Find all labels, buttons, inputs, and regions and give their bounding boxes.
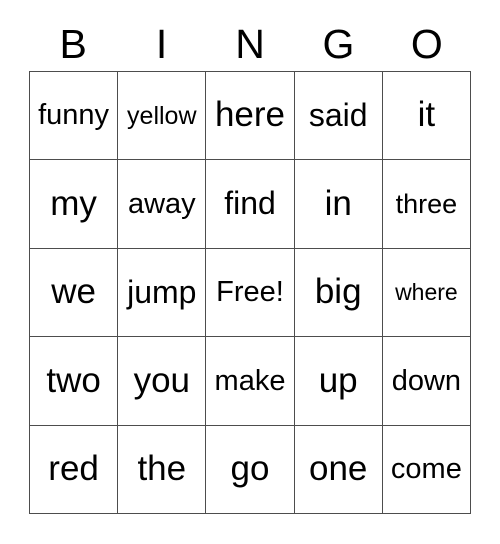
bingo-cell[interactable]: one (294, 425, 383, 514)
bingo-cell[interactable]: the (118, 425, 207, 514)
bingo-cell-label: we (51, 272, 96, 312)
bingo-cell[interactable]: find (206, 160, 295, 249)
bingo-cell[interactable]: jump (118, 248, 207, 338)
bingo-cell[interactable]: big (294, 248, 383, 338)
bingo-cell[interactable]: yellow (118, 72, 207, 161)
bingo-cell[interactable]: in (294, 160, 383, 249)
bingo-cell-free-space[interactable]: Free! (206, 248, 295, 338)
bingo-cell-label: one (308, 448, 368, 488)
bingo-card: B I N G O funny yellow here said it my away fin… (0, 0, 500, 544)
bingo-cell-label: jump (127, 273, 197, 310)
bingo-header-letter-g: G (322, 20, 355, 67)
bingo-header-letter-n: N (235, 20, 265, 67)
bingo-cell-label: go (230, 448, 270, 488)
bingo-cell-label: away (127, 187, 196, 220)
bingo-cell[interactable]: away (118, 160, 207, 249)
bingo-cell[interactable]: red (30, 425, 119, 514)
bingo-cell-label: red (48, 448, 99, 488)
bingo-cell[interactable]: here (206, 72, 295, 161)
bingo-cell-label: it (417, 95, 436, 135)
bingo-cell-label: said (308, 96, 368, 133)
bingo-cell[interactable]: we (30, 248, 119, 338)
bingo-cell-label: down (391, 364, 462, 397)
bingo-cell[interactable]: come (382, 425, 471, 514)
bingo-header-row: B I N G O (29, 18, 471, 70)
bingo-cell-label: here (214, 95, 286, 135)
bingo-cell-label: you (133, 360, 190, 400)
bingo-cell-label: where (395, 279, 458, 306)
bingo-cell-label: the (137, 448, 187, 488)
bingo-header-letter-i: I (155, 20, 168, 67)
bingo-grid: funny yellow here said it my away find in three we… (29, 71, 471, 514)
bingo-header-letter-o: O (410, 20, 443, 67)
bingo-cell[interactable]: where (382, 248, 471, 338)
bingo-cell[interactable]: said (294, 72, 383, 161)
bingo-cell-label: Free! (216, 276, 284, 309)
bingo-cell-label: up (318, 360, 358, 400)
bingo-cell-label: make (214, 364, 286, 397)
bingo-cell[interactable]: make (206, 337, 295, 426)
bingo-header-letter-b: B (59, 20, 87, 67)
bingo-cell[interactable]: three (382, 160, 471, 249)
bingo-cell[interactable]: you (118, 337, 207, 426)
bingo-cell-label: funny (38, 99, 110, 132)
bingo-cell-label: big (314, 272, 362, 312)
bingo-cell[interactable]: it (382, 72, 471, 161)
bingo-cell[interactable]: down (382, 337, 471, 426)
bingo-cell-label: my (50, 183, 97, 223)
bingo-cell[interactable]: up (294, 337, 383, 426)
bingo-cell-label: find (224, 185, 276, 222)
bingo-cell-label: yellow (127, 101, 197, 130)
bingo-cell[interactable]: funny (30, 72, 119, 161)
bingo-cell[interactable]: go (206, 425, 295, 514)
bingo-cell-label: come (390, 453, 462, 486)
bingo-cell[interactable]: two (30, 337, 119, 426)
bingo-cell-label: in (324, 183, 352, 223)
bingo-cell-label: two (46, 360, 101, 400)
bingo-cell[interactable]: my (30, 160, 119, 249)
bingo-cell-label: three (395, 188, 458, 219)
